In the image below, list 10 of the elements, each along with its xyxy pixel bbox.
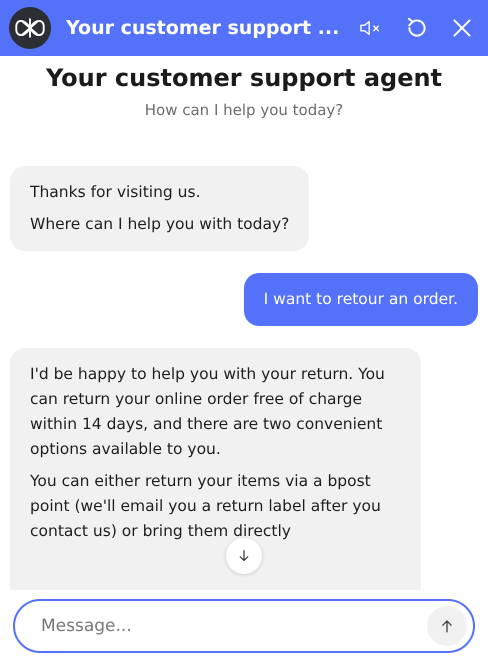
window-title: Your customer support ... — [66, 17, 340, 39]
message-text: Where can I help you with today? — [30, 214, 290, 235]
agent-heading: Your customer support agent — [44, 64, 444, 92]
message-text: You can either return your items via a bpost point (we'll email you a return label after you contact us) or bring them directly — [30, 471, 382, 542]
message-text: I'd be happy to help you with your return. You can return your online order free of charge within 14 days, and there are two convenient options available to you. — [30, 364, 386, 460]
logo-icon — [9, 7, 51, 49]
message-field[interactable]: Message... — [13, 599, 475, 653]
message-text: I want to retour an order. — [264, 289, 458, 310]
message-text: Thanks for visiting us. — [30, 182, 202, 203]
agent-subtitle: How can I help you today? — [144, 101, 344, 119]
